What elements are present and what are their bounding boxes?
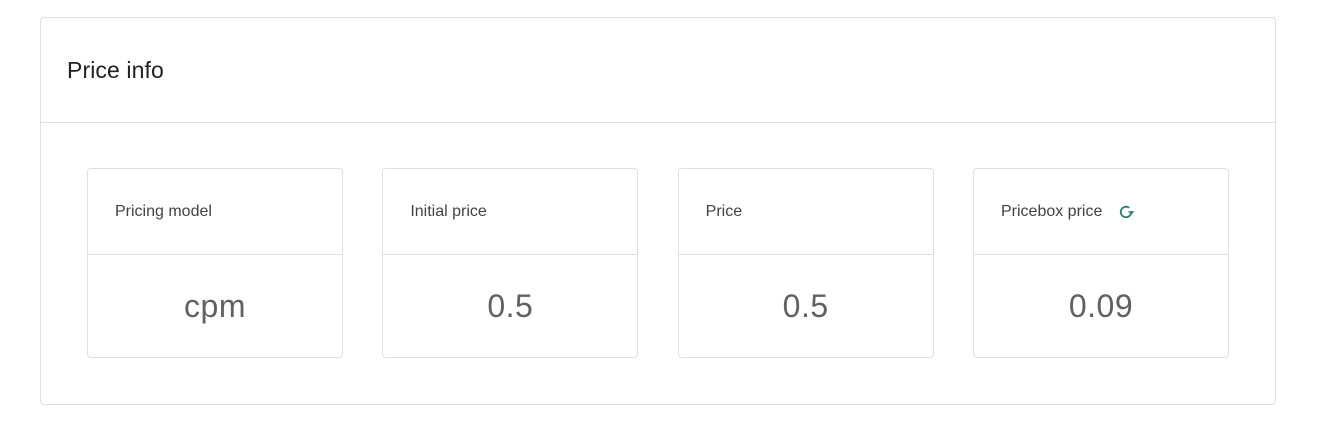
price-info-panel: Price info Pricing model cpm Initial pri… <box>40 17 1276 405</box>
panel-header: Price info <box>41 18 1275 123</box>
pricebox-price-card: Pricebox price 0.09 <box>972 168 1229 358</box>
card-header: Initial price <box>383 169 638 255</box>
price-cards: Pricing model cpm Initial price 0.5 Pric… <box>87 168 1229 358</box>
price-card: Price 0.5 <box>677 168 934 358</box>
price-label: Price <box>705 202 743 220</box>
card-header: Pricebox price <box>973 169 1228 255</box>
initial-price-value: 0.5 <box>487 288 534 324</box>
pricing-model-label: Pricing model <box>115 202 212 220</box>
card-header: Pricing model <box>88 169 342 255</box>
pricebox-price-label: Pricebox price <box>1000 202 1103 220</box>
pricebox-price-value: 0.09 <box>1068 288 1134 324</box>
card-header: Price <box>678 169 933 255</box>
panel-title: Price info <box>67 56 164 83</box>
price-value: 0.5 <box>782 288 829 324</box>
pricing-model-card: Pricing model cpm <box>87 168 343 358</box>
initial-price-label: Initial price <box>410 202 487 220</box>
refresh-icon[interactable] <box>1116 202 1136 222</box>
pricing-model-value: cpm <box>184 288 246 324</box>
initial-price-card: Initial price 0.5 <box>382 168 639 358</box>
